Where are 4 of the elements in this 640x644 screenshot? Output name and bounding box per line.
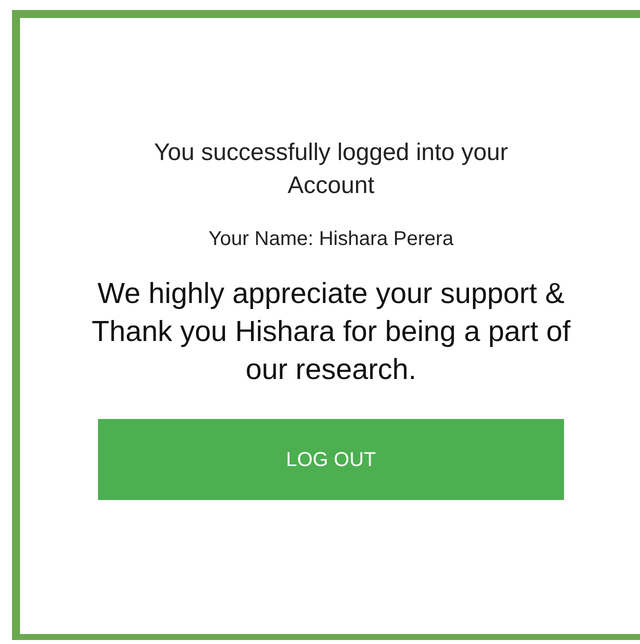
log-out-button[interactable]: LOG OUT xyxy=(98,419,564,500)
success-title: You successfully logged into your Account xyxy=(153,138,509,201)
user-name: Your Name: Hishara Perera xyxy=(208,227,454,252)
thanks-message: We highly appreciate your support & Thank you Hishara for being a part of our research. xyxy=(91,277,571,388)
